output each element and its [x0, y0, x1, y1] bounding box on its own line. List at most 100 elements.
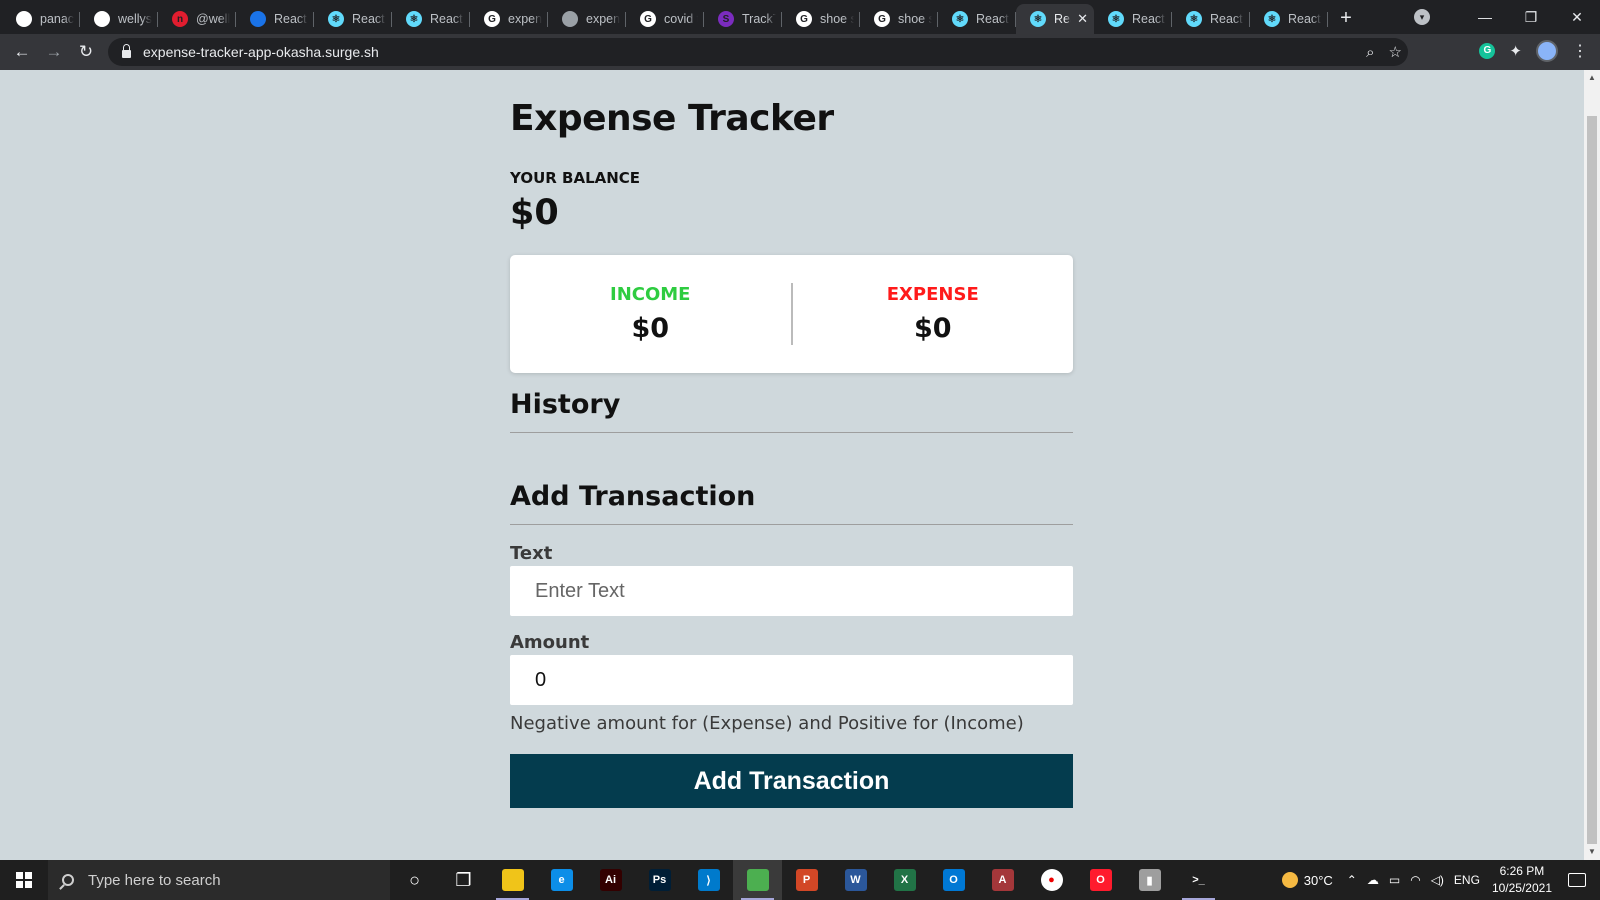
taskbar-app-task-view[interactable]: ❐: [439, 860, 488, 900]
taskbar-app-terminal[interactable]: >_: [1174, 860, 1223, 900]
taskbar-app-word[interactable]: W: [831, 860, 880, 900]
tab-favicon-icon: G: [874, 11, 890, 27]
browser-tab[interactable]: ⚛ React A: [1094, 4, 1172, 34]
extensions-icon[interactable]: ✦: [1509, 42, 1522, 60]
browser-tab[interactable]: Gcovid t: [626, 4, 704, 34]
start-button[interactable]: [0, 860, 48, 900]
tab-title: React A: [430, 12, 464, 26]
taskbar-app-outlook[interactable]: O: [929, 860, 978, 900]
reload-icon[interactable]: ↻: [70, 42, 102, 62]
tab-favicon-icon: ⚛: [952, 11, 968, 27]
recorder-icon: ●: [1040, 869, 1063, 891]
taskbar-app-vscode[interactable]: ⟩: [684, 860, 733, 900]
scrollbar-thumb[interactable]: [1587, 116, 1597, 844]
browser-tab[interactable]: Gshoe st: [860, 4, 938, 34]
chevron-up-icon[interactable]: ⌃: [1347, 873, 1357, 887]
browser-tab[interactable]: Gexpens: [470, 4, 548, 34]
browser-tab[interactable]: ⚛ React A: [314, 4, 392, 34]
amount-hint: Negative amount for (Expense) and Positi…: [510, 713, 1024, 734]
page-scrollbar[interactable]: ▲ ▼: [1584, 70, 1600, 860]
browser-tab[interactable]: React G: [236, 4, 314, 34]
clock-time: 6:26 PM: [1499, 864, 1545, 878]
onedrive-icon[interactable]: ☁: [1367, 873, 1379, 887]
lock-icon[interactable]: [122, 44, 131, 58]
browser-tab[interactable]: ⚛ React A: [392, 4, 470, 34]
history-heading: History: [510, 389, 1073, 433]
tab-title: React A: [1288, 12, 1322, 26]
weather-widget[interactable]: 30°C: [1281, 872, 1333, 888]
browser-tab[interactable]: n @welly: [158, 4, 236, 34]
scroll-down-arrow-icon[interactable]: ▼: [1584, 844, 1600, 860]
tab-title: @welly: [196, 12, 230, 26]
taskbar-search-box[interactable]: Type here to search: [48, 860, 390, 900]
toolbar-right-icons: G ✦ ⋮: [1479, 40, 1588, 62]
browser-tab[interactable]: wellysh: [80, 4, 158, 34]
taskbar-app-access[interactable]: A: [978, 860, 1027, 900]
temperature: 30°C: [1303, 872, 1333, 888]
scroll-up-arrow-icon[interactable]: ▲: [1584, 70, 1600, 86]
close-tab-icon[interactable]: ✕: [1077, 11, 1088, 27]
taskbar-app-recorder[interactable]: ●: [1027, 860, 1076, 900]
taskbar-app-file-explorer[interactable]: [488, 860, 537, 900]
expense-value: $0: [913, 313, 952, 344]
restore-button[interactable]: ❐: [1508, 9, 1554, 26]
browser-tab[interactable]: S TrackTr: [704, 4, 782, 34]
clock-date: 10/25/2021: [1491, 881, 1552, 895]
tab-favicon-icon: G: [484, 11, 500, 27]
browser-toolbar: ← → ↻ expense-tracker-app-okasha.surge.s…: [0, 34, 1600, 70]
grammarly-icon[interactable]: G: [1479, 43, 1496, 59]
tab-search-icon[interactable]: ▾: [1414, 9, 1430, 25]
browser-tab[interactable]: ⚛ React A: [1250, 4, 1328, 34]
amount-input[interactable]: [510, 655, 1073, 705]
browser-tab[interactable]: ⚛ Rea ✕: [1016, 4, 1094, 34]
new-tab-button[interactable]: +: [1328, 4, 1364, 34]
text-label: Text: [510, 543, 553, 564]
browser-tab[interactable]: expens: [548, 4, 626, 34]
cortana-icon: ○: [409, 869, 420, 890]
taskbar-app-chrome[interactable]: [733, 860, 782, 900]
notifications-icon[interactable]: [1568, 873, 1586, 887]
income-label: INCOME: [610, 284, 691, 305]
tab-favicon-icon: [16, 11, 32, 27]
menu-icon[interactable]: ⋮: [1572, 41, 1588, 61]
star-icon[interactable]: ☆: [1389, 43, 1402, 61]
forward-icon[interactable]: →: [38, 42, 70, 62]
close-window-button[interactable]: ✕: [1554, 9, 1600, 26]
add-transaction-button[interactable]: Add Transaction: [510, 754, 1073, 808]
vscode-icon: ⟩: [697, 869, 720, 891]
wifi-icon[interactable]: ◠: [1410, 873, 1420, 887]
taskbar-app-opera[interactable]: O: [1076, 860, 1125, 900]
page-title: Expense Tracker: [510, 98, 834, 139]
windows-logo-icon: [16, 872, 32, 888]
taskbar-app-edge[interactable]: e: [537, 860, 586, 900]
taskbar-app-photoshop[interactable]: Ps: [635, 860, 684, 900]
taskbar-app-illustrator[interactable]: Ai: [586, 860, 635, 900]
profile-avatar[interactable]: [1536, 40, 1558, 62]
expense-label: EXPENSE: [886, 284, 979, 305]
back-icon[interactable]: ←: [6, 42, 38, 62]
word-icon: W: [844, 869, 867, 891]
taskbar-app-usb-app[interactable]: ▮: [1125, 860, 1174, 900]
taskbar-app-powerpoint[interactable]: P: [782, 860, 831, 900]
browser-tab[interactable]: Gshoe st: [782, 4, 860, 34]
browser-tab[interactable]: panaclo: [2, 4, 80, 34]
tab-favicon-icon: ⚛: [1030, 11, 1046, 27]
browser-tab[interactable]: ⚛ React A: [938, 4, 1016, 34]
tab-title: covid t: [664, 12, 698, 26]
zoom-icon[interactable]: ⌕: [1366, 44, 1374, 61]
clock[interactable]: 6:26 PM 10/25/2021: [1492, 863, 1552, 897]
chrome-icon: [746, 869, 769, 891]
battery-icon[interactable]: ▭: [1389, 873, 1400, 887]
expense-tracker-app: Expense Tracker YOUR BALANCE $0 INCOME $…: [510, 70, 1073, 808]
taskbar-app-cortana[interactable]: ○: [390, 860, 439, 900]
volume-icon[interactable]: ◁): [1431, 873, 1444, 887]
text-input[interactable]: [510, 566, 1073, 616]
tab-title: Rea: [1054, 12, 1071, 26]
minimize-button[interactable]: —: [1462, 9, 1508, 25]
address-bar[interactable]: expense-tracker-app-okasha.surge.sh ⌕ ☆: [108, 38, 1408, 66]
taskbar-search-placeholder: Type here to search: [88, 871, 221, 889]
add-transaction-form: Text Amount Negative amount for (Expense…: [510, 543, 1073, 808]
browser-tab[interactable]: ⚛ React A: [1172, 4, 1250, 34]
language-indicator[interactable]: ENG: [1454, 873, 1480, 887]
taskbar-app-excel[interactable]: X: [880, 860, 929, 900]
